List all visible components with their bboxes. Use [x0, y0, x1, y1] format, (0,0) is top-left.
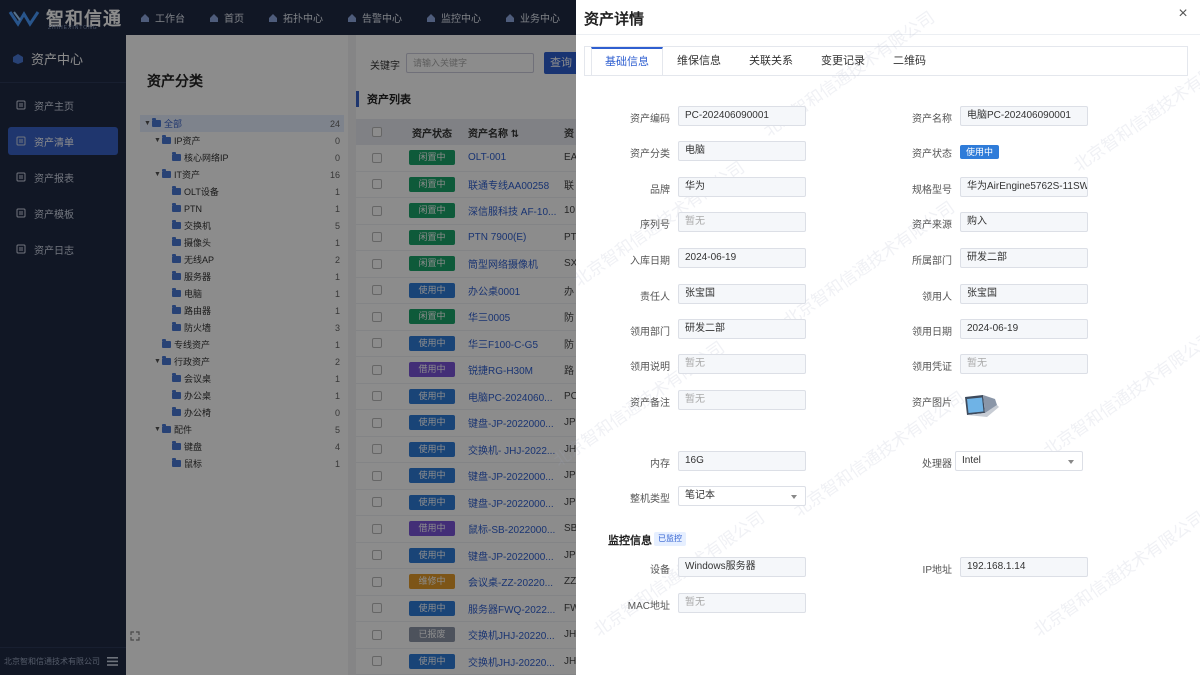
field-label: 所属部门	[912, 256, 952, 267]
close-icon[interactable]: ×	[1176, 6, 1190, 22]
field-select[interactable]: Intel	[955, 451, 1083, 471]
field-input[interactable]: 张宝国	[678, 284, 806, 304]
field-input[interactable]: 暂无	[678, 354, 806, 374]
field-input[interactable]: 暂无	[960, 354, 1088, 374]
tab-4[interactable]: 二维码	[879, 47, 940, 75]
tab-1[interactable]: 维保信息	[663, 47, 735, 75]
field-input[interactable]: 购入	[960, 212, 1088, 232]
field-input[interactable]: 研发二部	[678, 319, 806, 339]
drawer-divider	[576, 34, 1200, 35]
field-input[interactable]: 电脑	[678, 141, 806, 161]
field-label: IP地址	[922, 565, 952, 576]
field-label: 领用部门	[630, 327, 670, 338]
field-label: 领用人	[922, 292, 952, 303]
modal-overlay[interactable]	[0, 0, 576, 675]
field-label: 资产名称	[912, 114, 952, 125]
field-input[interactable]: 192.168.1.14	[960, 557, 1088, 577]
field-label: MAC地址	[627, 601, 670, 612]
field-input[interactable]: 华为	[678, 177, 806, 197]
field-label: 资产状态	[912, 149, 952, 160]
field-label: 序列号	[640, 220, 670, 231]
asset-image-laptop[interactable]	[961, 393, 1001, 421]
field-label: 资产图片	[912, 398, 952, 409]
field-label: 品牌	[650, 185, 670, 196]
field-input[interactable]: PC-202406090001	[678, 106, 806, 126]
monitor-section-title: 监控信息	[608, 535, 652, 547]
field-label: 设备	[650, 565, 670, 576]
field-input[interactable]: 华为AirEngine5762S-11SW	[960, 177, 1088, 197]
field-label: 领用说明	[630, 362, 670, 373]
tab-2[interactable]: 关联关系	[735, 47, 807, 75]
field-label: 资产编码	[630, 114, 670, 125]
asset-status-badge: 使用中	[960, 145, 1000, 159]
monitored-badge: 已监控	[654, 532, 686, 546]
field-input[interactable]: 暂无	[678, 593, 806, 613]
field-label: 责任人	[640, 292, 670, 303]
field-label: 资产来源	[912, 220, 952, 231]
field-select[interactable]: 笔记本	[678, 486, 806, 506]
field-input[interactable]: 暂无	[678, 212, 806, 232]
field-input[interactable]: 暂无	[678, 390, 806, 410]
field-input[interactable]: 电脑PC-202406090001	[960, 106, 1088, 126]
tab-0[interactable]: 基础信息	[591, 47, 663, 75]
drawer-title: 资产详情	[584, 11, 645, 28]
field-label: 内存	[650, 459, 670, 470]
field-input[interactable]: 2024-06-19	[960, 319, 1088, 339]
field-label: 资产分类	[630, 149, 670, 160]
field-input[interactable]: 16G	[678, 451, 806, 471]
field-input[interactable]: 2024-06-19	[678, 248, 806, 268]
field-label: 领用日期	[912, 327, 952, 338]
field-label: 规格型号	[912, 185, 952, 196]
field-label: 整机类型	[630, 494, 670, 505]
detail-tabs: 基础信息 维保信息 关联关系 变更记录 二维码	[584, 46, 1188, 76]
field-input[interactable]: 张宝国	[960, 284, 1088, 304]
field-label: 领用凭证	[912, 362, 952, 373]
tab-3[interactable]: 变更记录	[807, 47, 879, 75]
field-label: 处理器	[922, 459, 952, 470]
field-label: 资产备注	[630, 398, 670, 409]
watermark-text: 北京智和信通技术有限公司	[1040, 327, 1200, 461]
field-label: 入库日期	[630, 256, 670, 267]
field-input[interactable]: 研发二部	[960, 248, 1088, 268]
asset-detail-drawer: 资产详情 × 基础信息 维保信息 关联关系 变更记录 二维码 北京智和信通技术有限公司北…	[550, 0, 1200, 675]
field-input[interactable]: Windows服务器	[678, 557, 806, 577]
